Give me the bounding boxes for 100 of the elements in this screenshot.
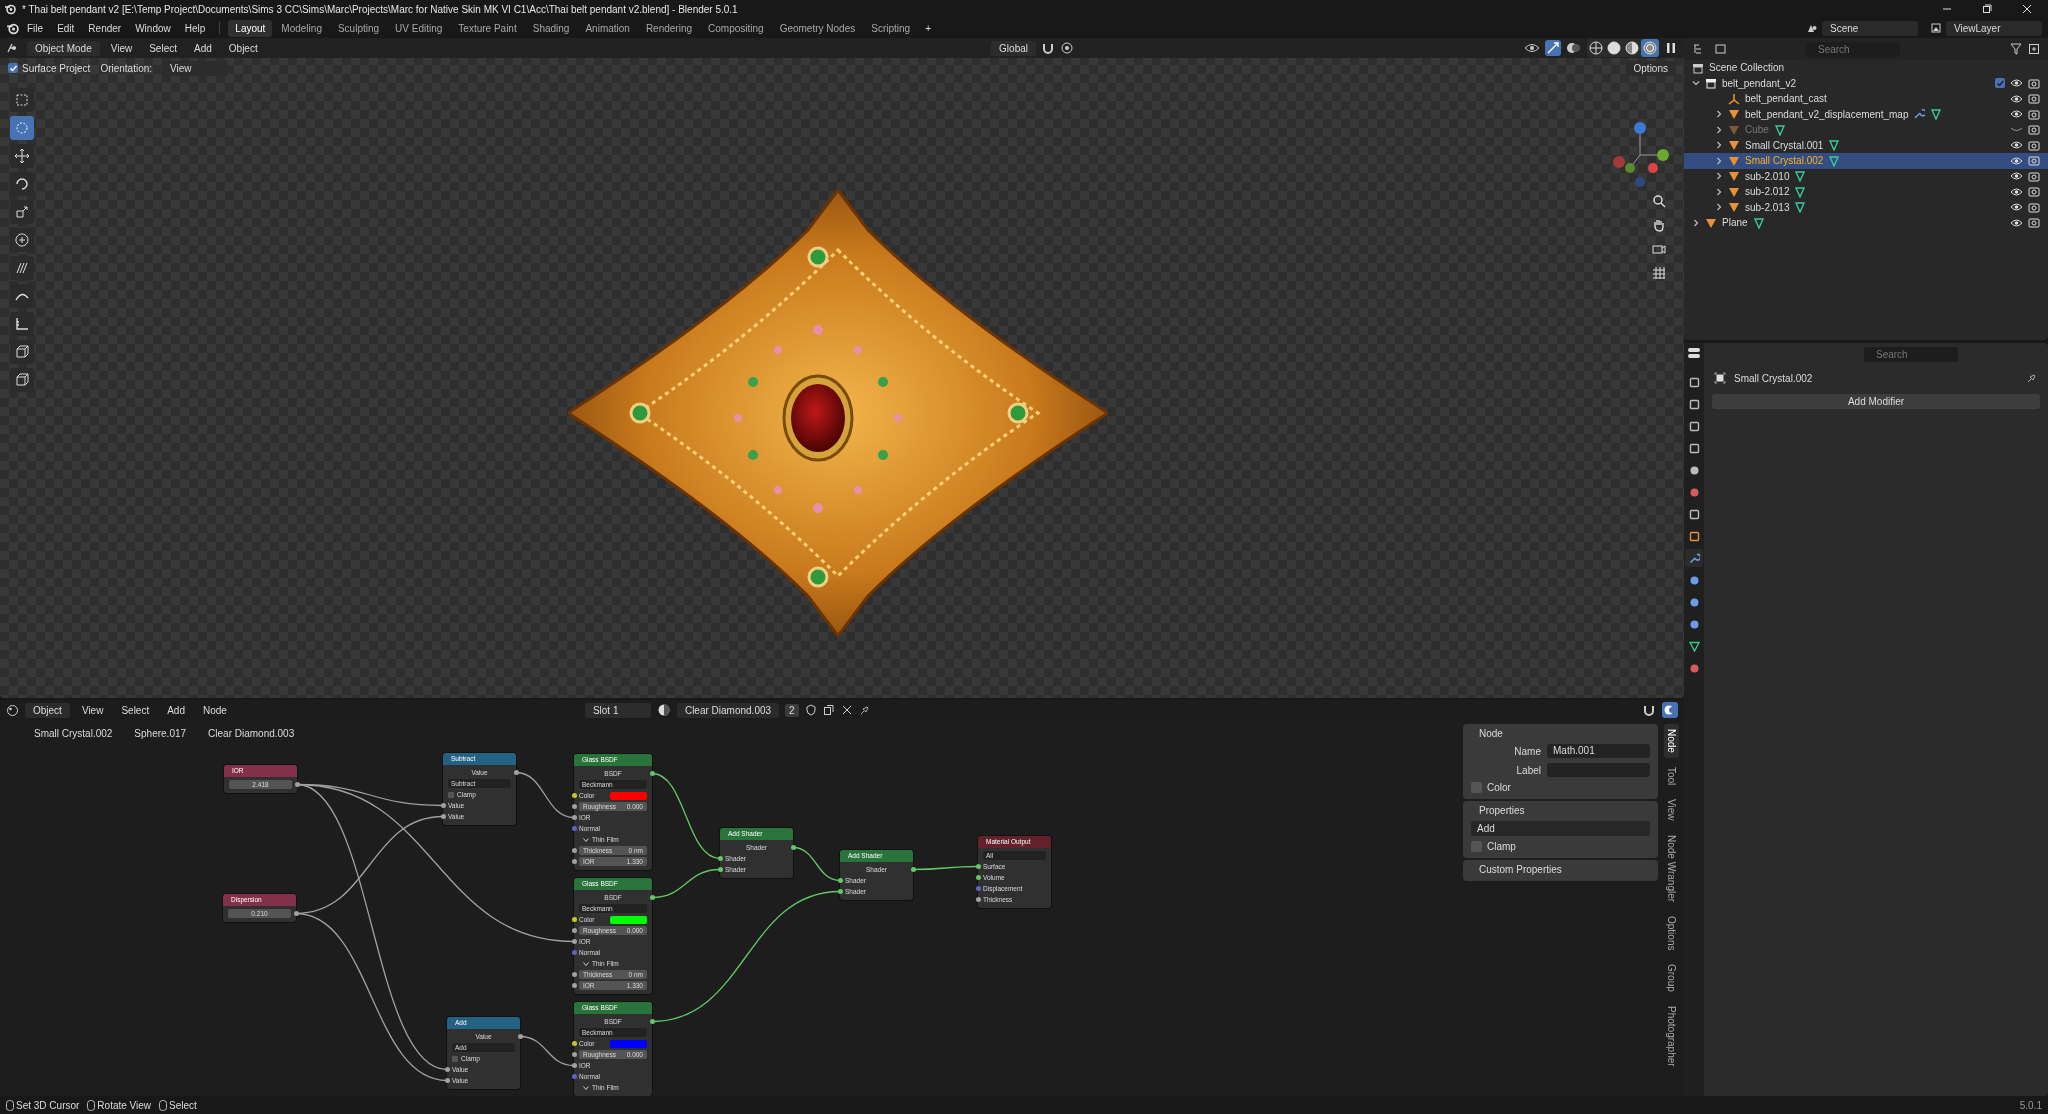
chevron-icon[interactable] [1715, 141, 1723, 150]
tree-row[interactable]: belt_pendant_cast [1684, 91, 2048, 107]
node-socket[interactable] [571, 972, 577, 977]
rendered-sphere-icon[interactable] [1641, 39, 1659, 57]
menu-item[interactable]: Edit [51, 20, 81, 36]
eye-icon[interactable] [2010, 93, 2023, 104]
workspace-tab[interactable]: Rendering [638, 19, 700, 37]
overlay-icon[interactable] [1566, 40, 1582, 56]
menu-item[interactable]: View [75, 702, 110, 718]
properties-tab[interactable] [1685, 549, 1703, 567]
tool-button[interactable] [10, 340, 34, 364]
camera-icon[interactable] [1652, 242, 1666, 256]
workspace-tab[interactable]: Modeling [274, 19, 329, 37]
close-icon[interactable] [840, 704, 853, 716]
eye-icon[interactable] [2010, 140, 2023, 151]
eye-icon[interactable] [2010, 217, 2023, 228]
menu-item[interactable]: File [21, 20, 50, 36]
overlay-icon[interactable] [1662, 702, 1678, 718]
node-socket[interactable] [571, 804, 577, 809]
camera-icon[interactable] [2028, 170, 2040, 182]
chevron-icon[interactable] [1715, 172, 1723, 181]
node-socket[interactable] [571, 1063, 577, 1068]
eye-icon[interactable] [2010, 155, 2023, 166]
node-socket[interactable] [513, 770, 519, 775]
tree-row[interactable]: sub-2.012 [1684, 184, 2048, 200]
menu-item[interactable]: Add [188, 40, 218, 56]
breadcrumb-item[interactable]: Sphere.017 [134, 728, 187, 739]
tree-row[interactable]: Plane [1684, 215, 2048, 231]
eye-icon[interactable] [1524, 42, 1540, 54]
node-socket[interactable] [571, 1041, 577, 1046]
menu-item[interactable]: View [104, 40, 139, 56]
node-socket[interactable] [649, 895, 655, 900]
node-socket[interactable] [717, 856, 723, 861]
mesh-data-icon[interactable] [1794, 170, 1807, 183]
gizmo-toggle-icon[interactable] [1545, 40, 1561, 56]
node-socket[interactable] [571, 826, 577, 831]
node-socket[interactable] [837, 889, 843, 894]
editor-type-button[interactable] [1687, 347, 1701, 361]
tool-button[interactable] [10, 368, 34, 392]
workspace-tab[interactable]: Geometry Nodes [772, 19, 863, 37]
node-socket[interactable] [975, 886, 981, 891]
tree-row[interactable]: Small Crystal.002 [1684, 153, 2048, 169]
orientation-dropdown[interactable]: View [162, 60, 229, 76]
mesh-data-icon[interactable] [1752, 216, 1765, 229]
node-socket[interactable] [444, 1067, 450, 1072]
mesh-data-icon[interactable] [1794, 201, 1807, 214]
pin-icon[interactable] [858, 704, 871, 716]
node-socket[interactable] [440, 814, 446, 819]
material-name-field[interactable]: Clear Diamond.003 [676, 702, 780, 718]
camera-icon[interactable] [2028, 201, 2040, 213]
proportional-edit-icon[interactable] [1060, 41, 1074, 55]
tool-button[interactable] [10, 312, 34, 336]
filter-icon[interactable] [2010, 43, 2022, 55]
slot-dropdown[interactable]: Slot 1 [584, 702, 651, 718]
restore-icon[interactable] [1982, 4, 1992, 14]
exclude-checkbox[interactable] [1995, 78, 2005, 89]
color-checkbox[interactable]: Color [1471, 782, 1511, 793]
sidebar-tab[interactable]: Node [1664, 724, 1679, 758]
node-socket[interactable] [571, 1074, 577, 1079]
workspace-tab[interactable]: Shading [525, 19, 577, 37]
surface-project-checkbox[interactable]: Surface Project [8, 62, 91, 74]
magnet-icon[interactable] [1642, 703, 1656, 717]
checkmark-icon[interactable] [8, 63, 18, 73]
tree-row[interactable]: sub-2.010 [1684, 168, 2048, 184]
node-socket[interactable] [790, 845, 796, 850]
workspace-tab[interactable]: Scripting [864, 19, 918, 37]
tool-button[interactable] [10, 284, 34, 308]
chevron-icon[interactable] [1715, 110, 1723, 119]
node-socket[interactable] [910, 867, 916, 872]
color-swatch[interactable] [609, 915, 647, 924]
node-socket[interactable] [571, 1052, 577, 1057]
mesh-data-icon[interactable] [1930, 108, 1943, 121]
blender-logo-icon[interactable] [6, 21, 19, 35]
chevron-icon[interactable] [583, 1084, 589, 1091]
node-socket[interactable] [444, 1078, 450, 1083]
mesh-data-icon[interactable] [1773, 123, 1786, 136]
menu-item[interactable]: Window [129, 20, 177, 36]
editor-type-button[interactable] [6, 703, 19, 717]
node-socket[interactable] [571, 859, 577, 864]
node-socket[interactable] [571, 950, 577, 955]
node-socket[interactable] [975, 897, 981, 902]
node-socket[interactable] [717, 867, 723, 872]
sidebar-tab[interactable]: View [1664, 794, 1679, 826]
eye-icon[interactable] [2010, 171, 2023, 182]
sidebar-tab[interactable]: Photographer [1664, 1001, 1679, 1072]
camera-icon[interactable] [2028, 217, 2040, 229]
node-socket[interactable] [440, 803, 446, 808]
copy-icon[interactable] [822, 704, 835, 716]
camera-icon[interactable] [2028, 93, 2040, 105]
camera-icon[interactable] [2028, 155, 2040, 167]
node-socket[interactable] [517, 1034, 523, 1039]
node-socket[interactable] [294, 782, 300, 787]
camera-icon[interactable] [2028, 77, 2040, 89]
sidebar-tab[interactable]: Node Wrangler [1664, 829, 1679, 907]
tool-button[interactable] [10, 144, 34, 168]
tree-item[interactable]: Scene Collection [1709, 62, 1785, 74]
menu-item[interactable]: Select [143, 40, 183, 56]
grid-icon[interactable] [1652, 266, 1666, 280]
node-socket[interactable] [649, 771, 655, 776]
node-socket[interactable] [571, 815, 577, 820]
